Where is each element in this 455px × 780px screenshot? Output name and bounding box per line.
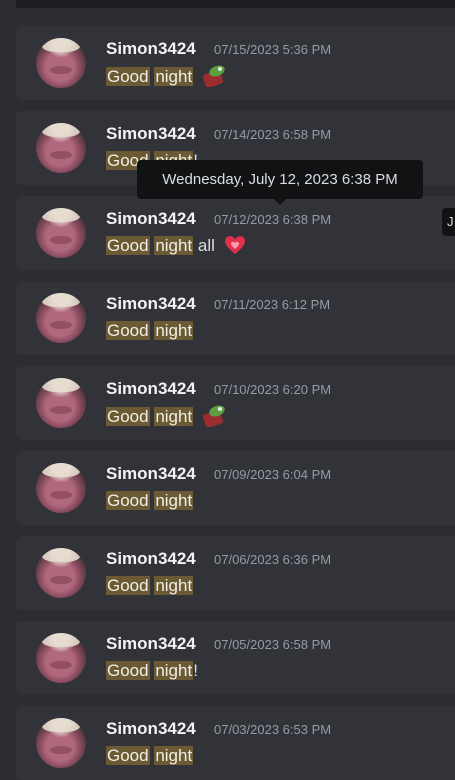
message-content: Good night [106,745,194,767]
highlighted-word: Good [106,746,150,765]
avatar[interactable] [36,38,86,88]
highlighted-word: night [154,661,194,680]
highlighted-word: Good [106,321,150,340]
search-result-card[interactable]: Simon3424 07/05/2023 6:58 PM Good night! [16,621,455,695]
highlighted-word: Good [106,661,150,680]
search-result-card[interactable]: Simon3424 07/09/2023 6:04 PM Good night [16,451,455,525]
avatar[interactable] [36,378,86,428]
timestamp-tooltip: Wednesday, July 12, 2023 6:38 PM [137,160,423,205]
left-gutter [0,0,16,779]
message-content: Good night! [106,660,198,682]
avatar[interactable] [36,633,86,683]
edge-tooltip: J [442,208,455,236]
username[interactable]: Simon3424 [106,464,196,484]
highlighted-word: night [154,746,194,765]
highlighted-word: night [154,407,194,426]
username[interactable]: Simon3424 [106,39,196,59]
message-tail: ! [193,661,198,680]
timestamp[interactable]: 07/14/2023 6:58 PM [214,127,331,143]
message-tail: all [193,236,215,255]
highlighted-word: Good [106,491,150,510]
avatar[interactable] [36,208,86,258]
timestamp[interactable]: 07/11/2023 6:12 PM [214,297,330,313]
highlighted-word: night [154,236,194,255]
highlighted-word: Good [106,67,150,86]
username[interactable]: Simon3424 [106,379,196,399]
frog-emoji [202,65,225,87]
highlighted-word: Good [106,576,150,595]
username[interactable]: Simon3424 [106,209,196,229]
highlighted-word: night [154,67,194,86]
username[interactable]: Simon3424 [106,124,196,144]
username[interactable]: Simon3424 [106,549,196,569]
timestamp[interactable]: 07/06/2023 6:36 PM [214,552,331,568]
highlighted-word: Good [106,236,150,255]
avatar[interactable] [36,293,86,343]
timestamp[interactable]: 07/15/2023 5:36 PM [214,42,331,58]
search-result-card[interactable]: Simon3424 07/12/2023 6:38 PM Good night … [16,196,455,270]
avatar[interactable] [36,548,86,598]
frog-emoji [202,405,225,427]
timestamp[interactable]: 07/10/2023 6:20 PM [214,382,331,398]
message-content: Good night [106,320,194,342]
username[interactable]: Simon3424 [106,294,196,314]
highlighted-word: Good [106,407,150,426]
highlighted-word: night [154,321,194,340]
timestamp[interactable]: 07/12/2023 6:38 PM [214,212,331,228]
message-content: Good night [106,575,194,597]
search-result-card[interactable]: Simon3424 07/15/2023 5:36 PM Good night [16,26,455,100]
search-result-card[interactable]: Simon3424 07/11/2023 6:12 PM Good night [16,281,455,355]
top-scroll-strip [0,0,455,8]
username[interactable]: Simon3424 [106,719,196,739]
avatar[interactable] [36,123,86,173]
highlighted-word: night [154,576,194,595]
avatar[interactable] [36,463,86,513]
message-content: Good night [106,405,226,428]
timestamp[interactable]: 07/09/2023 6:04 PM [214,467,331,483]
search-result-card[interactable]: Simon3424 07/10/2023 6:20 PM Good night [16,366,455,440]
message-content: Good night [106,490,194,512]
username[interactable]: Simon3424 [106,634,196,654]
timestamp[interactable]: 07/03/2023 6:53 PM [214,722,331,738]
search-result-card[interactable]: Simon3424 07/06/2023 6:36 PM Good night [16,536,455,610]
timestamp[interactable]: 07/05/2023 6:58 PM [214,637,331,653]
heart-emoji [224,236,245,254]
message-content: Good night all [106,235,246,257]
avatar[interactable] [36,718,86,768]
highlighted-word: night [154,491,194,510]
message-content: Good night [106,65,226,88]
search-result-card[interactable]: Simon3424 07/03/2023 6:53 PM Good night [16,706,455,780]
